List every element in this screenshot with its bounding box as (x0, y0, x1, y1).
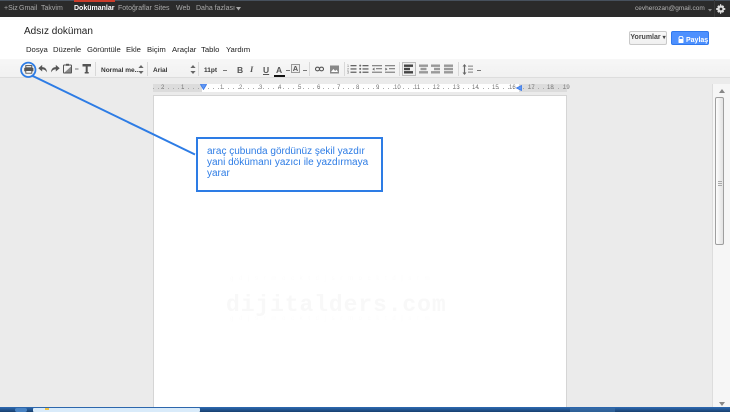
svg-text:3: 3 (347, 71, 349, 74)
